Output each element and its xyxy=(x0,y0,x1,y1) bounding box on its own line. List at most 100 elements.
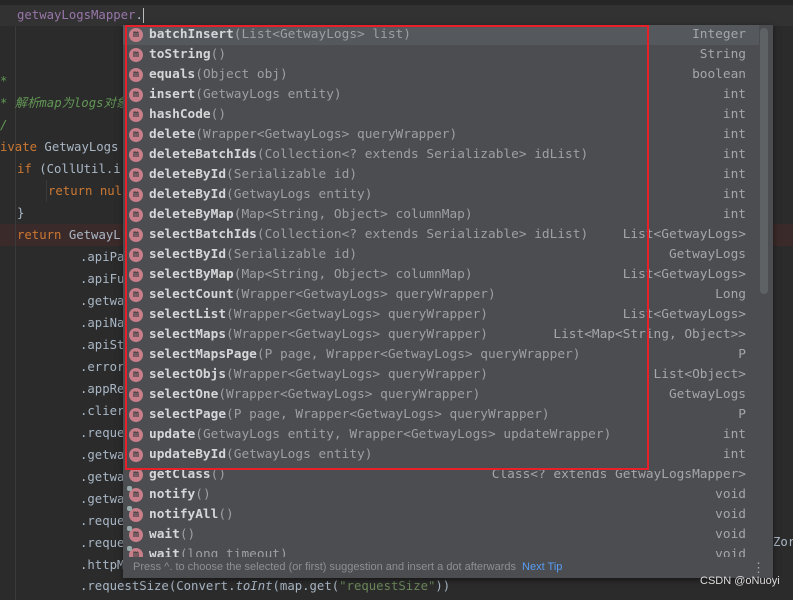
scrollbar[interactable] xyxy=(760,28,768,294)
completion-item[interactable]: m selectMaps(Wrapper<GetwayLogs> queryWra… xyxy=(123,325,759,345)
icon-letter: m xyxy=(132,269,140,280)
completion-item[interactable]: m selectPage(P page, Wrapper<GetwayLogs> … xyxy=(123,405,759,425)
icon-letter: m xyxy=(132,189,140,200)
method-icon: m xyxy=(129,128,143,142)
method-icon: m xyxy=(129,468,143,482)
code-token: ivate xyxy=(0,140,45,154)
method-icon: m xyxy=(129,288,143,302)
code-line: .reque xyxy=(80,510,124,532)
icon-letter: m xyxy=(132,249,140,260)
method-params: (Object obj) xyxy=(195,67,288,82)
code-line: .appRe xyxy=(80,378,124,400)
completion-list[interactable]: m batchInsert(List<GetwayLogs> list) Integ… xyxy=(123,25,759,557)
code-line: .httpM xyxy=(80,554,124,576)
completion-item[interactable]: m deleteById(Serializable id) int xyxy=(123,165,759,185)
code-line: / xyxy=(0,114,7,136)
code-line: ivate GetwayLogs xyxy=(0,136,118,158)
completion-item[interactable]: m selectMapsPage(P page, Wrapper<GetwayLo… xyxy=(123,345,759,365)
completion-item[interactable]: m deleteByMap(Map<String, Object> columnM… xyxy=(123,205,759,225)
completion-item[interactable]: m deleteById(GetwayLogs entity) int xyxy=(123,185,759,205)
method-name-text: updateById xyxy=(149,447,227,462)
completion-item[interactable]: m wait(long timeout) void xyxy=(123,545,759,557)
method-name: selectPage(P page, Wrapper<GetwayLogs> q… xyxy=(149,405,550,425)
code-token: .apiNa xyxy=(80,316,125,330)
return-type: List<GetwayLogs> xyxy=(622,307,746,322)
next-tip-link[interactable]: Next Tip xyxy=(522,561,562,573)
method-params: () xyxy=(210,47,227,62)
indent-guide xyxy=(46,180,47,202)
method-name: deleteById(Serializable id) xyxy=(149,165,357,185)
completion-item[interactable]: m wait() void xyxy=(123,525,759,545)
method-name: deleteByMap(Map<String, Object> columnMa… xyxy=(149,205,473,225)
code-line: .requestSize(Convert.toInt(map.get("requ… xyxy=(80,575,450,597)
completion-item[interactable]: m batchInsert(List<GetwayLogs> list) Integ… xyxy=(123,25,759,45)
completion-item[interactable]: m equals(Object obj) boolean xyxy=(123,65,759,85)
completion-item[interactable]: m selectOne(Wrapper<GetwayLogs> queryWrap… xyxy=(123,385,759,405)
method-name: update(GetwayLogs entity, Wrapper<Getway… xyxy=(149,425,611,445)
completion-item[interactable]: m deleteBatchIds(Collection<? extends Ser… xyxy=(123,145,759,165)
method-icon: m xyxy=(127,526,143,542)
method-name-text: getClass xyxy=(149,467,211,482)
code-line: .getwa xyxy=(80,444,124,466)
method-name: wait(long timeout) xyxy=(149,545,288,557)
completion-item[interactable]: m update(GetwayLogs entity, Wrapper<Getwa… xyxy=(123,425,759,445)
return-type: Integer xyxy=(692,27,746,42)
method-params: (Serializable id) xyxy=(226,247,358,262)
icon-letter: m xyxy=(132,529,140,540)
completion-item[interactable]: m selectCount(Wrapper<GetwayLogs> queryWr… xyxy=(123,285,759,305)
code-token: toInt xyxy=(235,579,273,593)
completion-item[interactable]: m selectByMap(Map<String, Object> columnM… xyxy=(123,265,759,285)
code-token: } xyxy=(17,206,25,220)
method-icon: m xyxy=(129,208,143,222)
code-line: * 解析map为logs对象 xyxy=(0,92,128,114)
completion-item[interactable]: m toString() String xyxy=(123,45,759,65)
code-token: (CollUtil.i xyxy=(39,162,121,176)
lock-icon xyxy=(127,546,132,551)
method-name: selectById(Serializable id) xyxy=(149,245,357,265)
method-icon: m xyxy=(129,428,143,442)
code-token: .error xyxy=(80,360,125,374)
completion-item[interactable]: m selectBatchIds(Collection<? extends Ser… xyxy=(123,225,759,245)
method-name: batchInsert(List<GetwayLogs> list) xyxy=(149,25,411,45)
method-params: () xyxy=(210,467,227,482)
method-params: (Wrapper<GetwayLogs> queryWrapper) xyxy=(226,367,488,382)
completion-item[interactable]: m selectObjs(Wrapper<GetwayLogs> queryWra… xyxy=(123,365,759,385)
method-params: (Wrapper<GetwayLogs> queryWrapper) xyxy=(218,387,481,402)
code-line: .getwa xyxy=(80,488,124,510)
method-params: () xyxy=(210,107,227,122)
return-type: void xyxy=(715,527,746,542)
method-name: getClass() xyxy=(149,465,226,485)
method-params: (GetwayLogs entity, Wrapper<GetwayLogs> … xyxy=(195,427,612,442)
method-icon: m xyxy=(129,168,143,182)
completion-item[interactable]: m selectById(Serializable id) GetwayLogs xyxy=(123,245,759,265)
return-type: int xyxy=(722,147,746,162)
text-caret xyxy=(142,8,144,23)
completion-item[interactable]: m updateById(GetwayLogs entity) int xyxy=(123,445,759,465)
method-params: (long timeout) xyxy=(179,547,288,557)
method-name: wait() xyxy=(149,525,195,545)
completion-item[interactable]: m selectList(Wrapper<GetwayLogs> queryWra… xyxy=(123,305,759,325)
completion-item[interactable]: m notify() void xyxy=(123,485,759,505)
completion-item[interactable]: m notifyAll() void xyxy=(123,505,759,525)
completion-popup: m batchInsert(List<GetwayLogs> list) Integ… xyxy=(123,25,773,578)
method-name: notifyAll() xyxy=(149,505,234,525)
code-token: .getwa xyxy=(80,294,125,308)
completion-item[interactable]: m insert(GetwayLogs entity) int xyxy=(123,85,759,105)
icon-letter: m xyxy=(132,169,140,180)
code-line: return nul xyxy=(48,180,122,202)
completion-item[interactable]: m hashCode() int xyxy=(123,105,759,125)
icon-letter: m xyxy=(132,129,140,140)
return-type: int xyxy=(722,87,746,102)
method-name-text: wait xyxy=(149,527,180,542)
method-params: (GetwayLogs entity) xyxy=(195,87,342,102)
method-params: () xyxy=(218,507,234,522)
icon-letter: m xyxy=(132,429,140,440)
method-name: updateById(GetwayLogs entity) xyxy=(149,445,372,465)
completion-item[interactable]: m delete(Wrapper<GetwayLogs> queryWrapper… xyxy=(123,125,759,145)
code-token: .reque xyxy=(80,536,125,550)
method-params: (GetwayLogs entity) xyxy=(226,187,373,202)
completion-item[interactable]: m getClass() Class<? extends GetwayLogsMap… xyxy=(123,465,759,485)
code-line: .clier xyxy=(80,400,124,422)
return-type: int xyxy=(722,167,746,182)
method-params: () xyxy=(179,527,196,542)
